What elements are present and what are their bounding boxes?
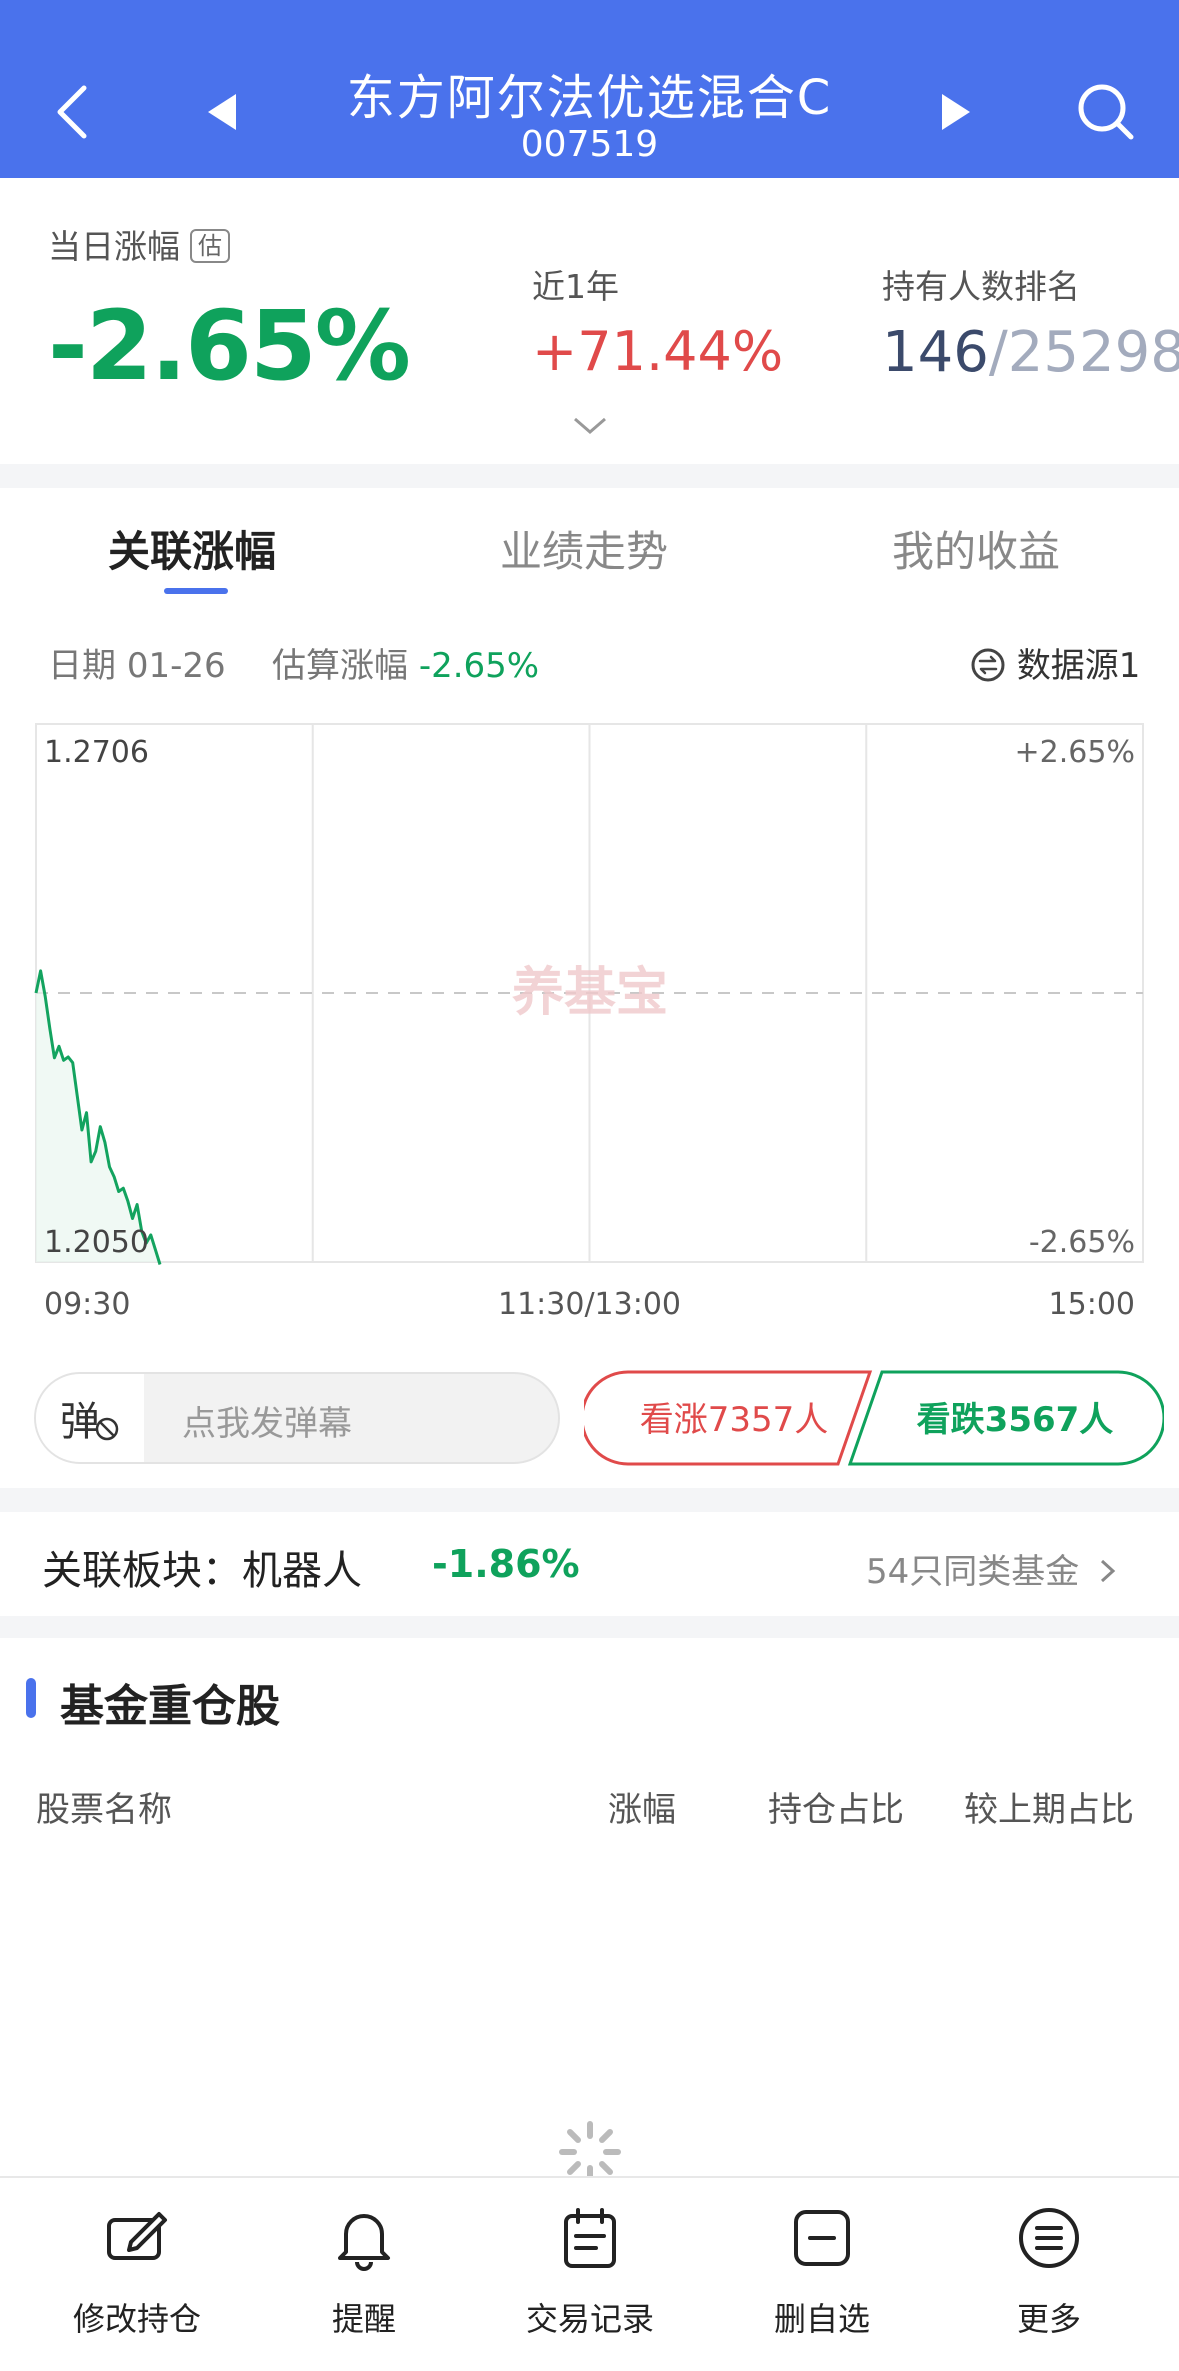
menu-circle-icon [1019,2208,1079,2268]
app-header: 东方阿尔法优选混合C 007519 [0,0,1179,178]
bell-icon [338,2214,390,2271]
chart-estimate: 估算涨幅 -2.65% [272,646,540,686]
edit-card-icon [107,2212,167,2260]
daily-change-value: -2.65% [48,290,411,402]
y-tick-label-left: 1.2706 [44,735,149,770]
section-marker [26,1678,36,1718]
y-tick-label-left: 1.2050 [44,1225,149,1260]
y-tick-label-right: -2.65% [1029,1225,1135,1260]
search-icon [1078,84,1134,140]
bottom-action-bar: 修改持仓 提醒 交易记录 删自选 更多 [0,2176,1179,2371]
section-divider [0,1616,1179,1638]
sector-label: 关联板块：机器人 [42,1548,362,1594]
holder-rank-label: 持有人数排名 [882,267,1080,306]
more-button[interactable]: 更多 [949,2202,1149,2340]
chart-tabs: 关联涨幅 业绩走势 我的收益 [0,488,1179,598]
danmu-row: 弹 点我发弹幕 看涨7357人 看跌3567人 [0,1338,1179,1488]
tab-related-change[interactable]: 关联涨幅 [108,518,276,579]
swap-circle-icon [971,648,1005,682]
col-ratio-vs-previous[interactable]: 较上期占比 [964,1782,1134,1831]
section-divider [0,1488,1179,1512]
minus-box-icon [794,2210,850,2266]
section-divider [0,464,1179,488]
active-tab-indicator [164,588,228,594]
holder-rank-value: 146/25298 [882,320,1179,385]
chart-date: 日期 01-26 [48,646,226,686]
series-area [36,970,160,1265]
chart-info-bar: 日期 01-26 估算涨幅 -2.65% 数据源1 [0,598,1179,718]
danmu-toggle[interactable]: 弹 [36,1374,144,1462]
x-tick-label: 09:30 [44,1287,130,1322]
estimate-badge: 估 [190,229,230,263]
chevron-right-icon [1101,1559,1116,1583]
year-change-label: 近1年 [532,267,619,306]
sector-change: -1.86% [432,1542,580,1586]
expand-stats-button[interactable] [572,414,608,438]
calendar-icon [564,2208,616,2268]
fund-stats: 当日涨幅估 -2.65% 近1年 +71.44% 持有人数排名 146/2529… [0,178,1179,464]
sector-name: 机器人 [242,1548,362,1594]
danmu-placeholder: 点我发弹幕 [182,1404,352,1444]
top-holdings-section: 基金重仓股 股票名称 涨幅 持仓占比 较上期占比 [0,1638,1179,2183]
trade-records-button[interactable]: 交易记录 [490,2202,690,2340]
y-tick-label-right: +2.65% [1015,735,1135,770]
intraday-chart-svg: 养基宝 1.2706 1.2050 +2.65% -2.65% 09:30 11:30/13… [34,723,1144,1322]
daily-change-label: 当日涨幅估 [48,220,230,268]
next-fund-button[interactable] [908,64,1004,160]
col-change[interactable]: 涨幅 [608,1782,676,1831]
bear-vote-button[interactable]: 看跌3567人 [880,1392,1150,1441]
triangle-right-icon [942,94,970,130]
fund-detail-page: { "header": { "title": "东方阿尔法优选混合C", "co… [0,0,1179,2371]
search-button[interactable] [1058,64,1154,160]
related-sector-row[interactable]: 关联板块：机器人 -1.86% 54只同类基金 [0,1512,1179,1616]
peer-funds-link[interactable]: 54只同类基金 [866,1544,1118,1593]
loading-spinner-icon [559,2121,621,2183]
x-tick-label: 15:00 [1049,1287,1135,1322]
tab-my-earnings[interactable]: 我的收益 [892,518,1060,579]
danmu-input[interactable]: 弹 点我发弹幕 [34,1372,560,1464]
data-source-switch[interactable]: 数据源1 [970,638,1140,687]
col-stock-name[interactable]: 股票名称 [36,1782,172,1831]
edit-holding-button[interactable]: 修改持仓 [37,2202,237,2340]
chart-watermark: 养基宝 [512,963,668,1023]
danmu-off-icon [95,1417,119,1441]
tab-performance-trend[interactable]: 业绩走势 [500,518,668,579]
bull-vote-button[interactable]: 看涨7357人 [614,1392,854,1441]
holdings-title: 基金重仓股 [60,1681,280,1732]
intraday-chart: 养基宝 1.2706 1.2050 +2.65% -2.65% 09:30 11:30/13… [0,718,1179,1338]
reminder-button[interactable]: 提醒 [264,2202,464,2340]
chevron-down-icon [574,417,606,434]
x-tick-label: 11:30/13:00 [498,1287,681,1322]
year-change-value: +71.44% [532,320,784,383]
remove-watchlist-button[interactable]: 删自选 [722,2202,922,2340]
col-position-ratio[interactable]: 持仓占比 [768,1782,904,1831]
